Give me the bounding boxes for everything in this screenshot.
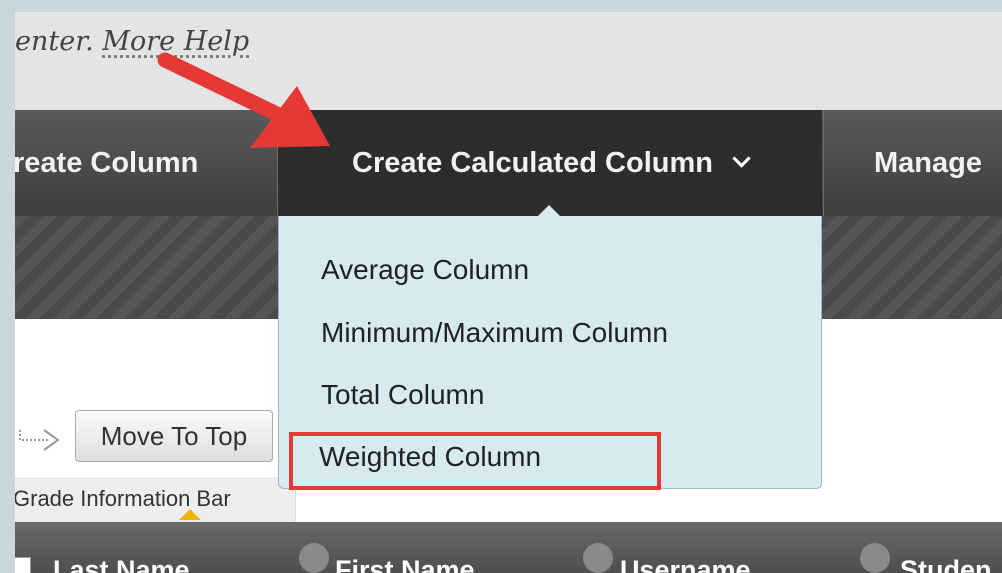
column-menu-icon[interactable] (860, 543, 890, 573)
more-help-link[interactable]: More Help (102, 26, 249, 57)
column-menu-icon[interactable] (299, 543, 329, 573)
weighted-column-highlight-box (289, 432, 661, 490)
help-text: enter. More Help (15, 26, 249, 57)
move-to-top-button[interactable]: Move To Top (75, 410, 273, 462)
chevron-down-icon (732, 148, 751, 168)
create-column-button[interactable]: reate Column (15, 110, 277, 216)
help-strip: enter. More Help (15, 12, 1002, 110)
select-all-checkbox[interactable] (15, 557, 31, 573)
move-to-top-label: Move To Top (100, 420, 248, 451)
move-arrow-icon (19, 429, 60, 451)
create-calculated-label: Create Calculated Column (352, 146, 713, 179)
column-menu-icon[interactable] (583, 543, 613, 573)
column-header-last-name[interactable]: Last Name (53, 555, 190, 573)
action-divider (823, 110, 824, 216)
column-header-first-name[interactable]: First Name (335, 555, 475, 573)
grade-info-marker-icon (179, 509, 201, 520)
menu-item-average-column[interactable]: Average Column (321, 254, 529, 286)
menu-item-total-column[interactable]: Total Column (321, 379, 484, 411)
manage-label: Manage (874, 146, 982, 179)
column-header-username[interactable]: Username (620, 555, 751, 573)
calculated-column-dropdown: Average Column Minimum/Maximum Column To… (278, 216, 822, 490)
menu-item-min-max-column[interactable]: Minimum/Maximum Column (321, 317, 668, 349)
create-calculated-column-button[interactable]: Create Calculated Column (278, 110, 822, 216)
help-prefix: enter. (15, 26, 94, 57)
create-column-label: reate Column (15, 146, 199, 179)
manage-button[interactable]: Manage (874, 110, 1002, 216)
action-bar: reate Column Create Calculated Column Ma… (15, 110, 1002, 216)
grade-center-frame: enter. More Help reate Column Create Cal… (15, 12, 1002, 573)
column-header-student[interactable]: Studen (900, 555, 992, 573)
